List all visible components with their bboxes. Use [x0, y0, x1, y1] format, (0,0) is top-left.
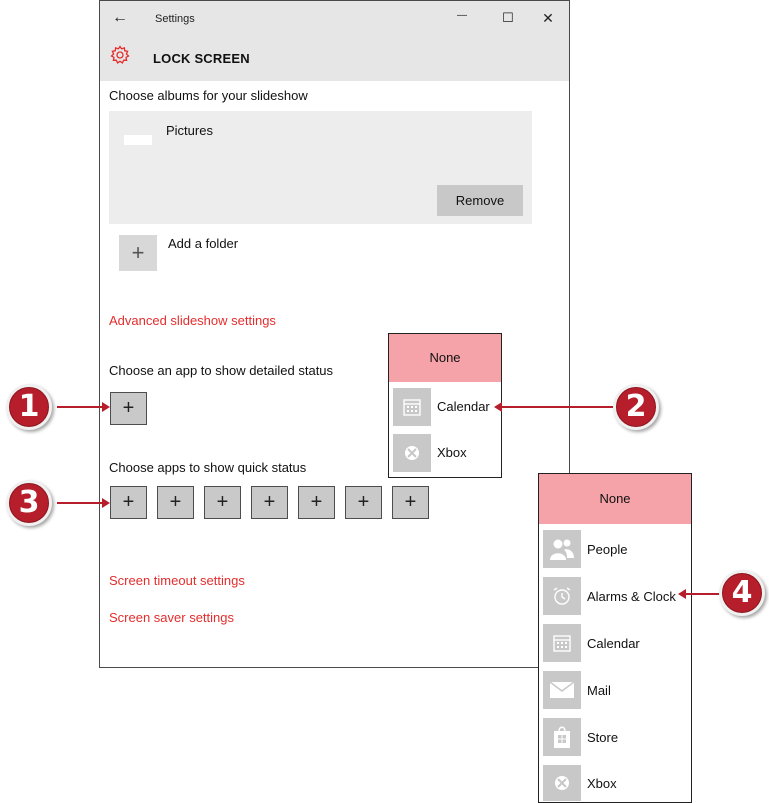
popup-item-xbox[interactable]: Xbox [389, 432, 501, 474]
back-arrow-icon[interactable]: ← [110, 9, 130, 27]
store-icon [543, 718, 581, 756]
minimize-button[interactable]: — [452, 10, 472, 21]
page-title: LOCK SCREEN [153, 51, 250, 66]
album-thumbnail [124, 135, 152, 145]
maximize-button[interactable]: ☐ [498, 10, 518, 26]
detailed-status-add-button[interactable]: + [110, 392, 147, 425]
popup-item-mail[interactable]: Mail [539, 669, 691, 711]
advanced-slideshow-link[interactable]: Advanced slideshow settings [109, 313, 276, 328]
callout-line-2 [501, 406, 613, 408]
slideshow-heading: Choose albums for your slideshow [109, 88, 308, 103]
quick-status-slot-6[interactable]: + [345, 486, 382, 519]
popup-item-alarms-clock[interactable]: Alarms & Clock [539, 575, 691, 617]
mail-icon [543, 671, 581, 709]
quick-status-slots: + + + + + + + [110, 486, 440, 520]
detailed-status-heading: Choose an app to show detailed status [109, 363, 334, 378]
popup-item-label: People [587, 542, 628, 557]
quick-status-slot-2[interactable]: + [157, 486, 194, 519]
popup-item-label: Xbox [587, 776, 617, 791]
callout-line-3 [57, 502, 103, 504]
popup-none-option[interactable]: None [389, 334, 501, 382]
callout-badge-4: 4 [719, 570, 765, 616]
popup-item-store[interactable]: Store [539, 716, 691, 758]
popup-item-calendar[interactable]: Calendar [389, 386, 501, 428]
screen-timeout-link[interactable]: Screen timeout settings [109, 573, 245, 588]
popup-none-option[interactable]: None [539, 474, 691, 524]
quick-status-slot-3[interactable]: + [204, 486, 241, 519]
page-header: LOCK SCREEN [100, 35, 569, 81]
popup-item-label: Alarms & Clock [587, 589, 676, 604]
popup-item-label: Calendar [587, 636, 640, 651]
calendar-icon [543, 624, 581, 662]
popup-item-label: Store [587, 730, 619, 745]
people-icon [543, 530, 581, 568]
gear-icon [110, 45, 130, 64]
album-list: Pictures Remove [109, 111, 532, 224]
remove-button[interactable]: Remove [437, 185, 523, 216]
callout-line-1 [57, 406, 103, 408]
xbox-icon [393, 434, 431, 472]
title-bar: ← Settings — ☐ ✕ [100, 1, 569, 35]
close-button[interactable]: ✕ [538, 10, 558, 27]
add-folder-label[interactable]: Add a folder [168, 236, 238, 251]
popup-item-xbox[interactable]: Xbox [539, 763, 691, 803]
callout-arrow-3 [102, 498, 110, 508]
detailed-status-popup: None Calendar Xbox [388, 333, 502, 478]
calendar-icon [393, 388, 431, 426]
window-title: Settings [155, 13, 195, 25]
callout-badge-3: 3 [6, 480, 52, 526]
popup-item-label: Xbox [437, 445, 467, 460]
quick-status-popup: None People Alarms & Clock Calendar Mail… [538, 473, 692, 803]
popup-item-people[interactable]: People [539, 528, 691, 570]
quick-status-slot-5[interactable]: + [298, 486, 335, 519]
quick-status-slot-7[interactable]: + [392, 486, 429, 519]
callout-badge-2: 2 [613, 384, 659, 430]
popup-item-calendar[interactable]: Calendar [539, 622, 691, 664]
callout-badge-1: 1 [6, 384, 52, 430]
callout-line-4 [685, 593, 719, 595]
quick-status-heading: Choose apps to show quick status [109, 460, 307, 475]
callout-arrow-1 [102, 402, 110, 412]
quick-status-slot-4[interactable]: + [251, 486, 288, 519]
popup-item-label: Mail [587, 683, 611, 698]
album-name: Pictures [166, 123, 213, 138]
screen-saver-link[interactable]: Screen saver settings [109, 610, 234, 625]
popup-item-label: Calendar [437, 399, 490, 414]
add-folder-button[interactable]: + [119, 235, 157, 271]
quick-status-slot-1[interactable]: + [110, 486, 147, 519]
alarm-clock-icon [543, 577, 581, 615]
xbox-icon [543, 765, 581, 801]
